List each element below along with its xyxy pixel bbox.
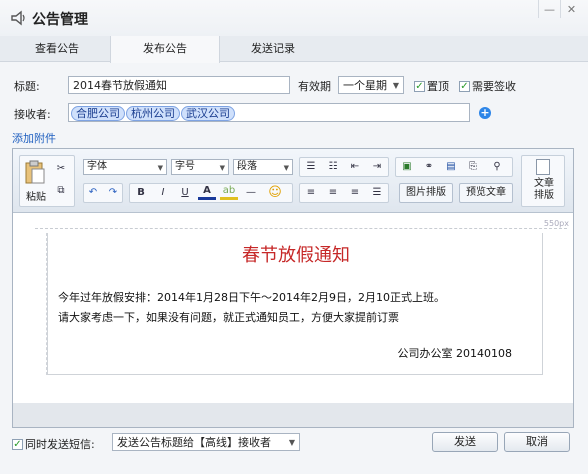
recipient-chip[interactable]: 杭州公司 <box>126 106 180 121</box>
recipient-chip[interactable]: 武汉公司 <box>181 106 235 121</box>
chevron-down-icon: ▼ <box>288 438 295 447</box>
tab-publish-notice[interactable]: 发布公告 <box>110 36 220 63</box>
pin-checkbox[interactable]: ✓ 置顶 <box>414 78 449 94</box>
image-icon[interactable]: ▣ <box>398 158 416 176</box>
article-layout-label-1: 文章 <box>534 178 554 189</box>
table-icon[interactable]: ▤ <box>442 158 460 176</box>
unordered-list-icon[interactable]: ☷ <box>324 158 342 176</box>
ruler-label: 550px <box>543 219 569 228</box>
recipient-chip[interactable]: 合肥公司 <box>71 106 125 121</box>
send-button[interactable]: 发送 <box>432 432 498 452</box>
cut-icon[interactable]: ✂ <box>52 160 70 178</box>
sms-checkbox[interactable]: ✓ 同时发送短信: <box>12 436 95 452</box>
page-break-icon[interactable]: ⎘ <box>464 158 482 176</box>
paste-label[interactable]: 粘贴 <box>26 188 46 203</box>
bold-icon[interactable]: B <box>132 184 150 202</box>
sign-checkbox[interactable]: ✓ 需要签收 <box>459 78 516 94</box>
align-justify-icon[interactable]: ☰ <box>368 184 386 202</box>
title-input[interactable]: 2014春节放假通知 <box>68 76 290 94</box>
copy-icon[interactable]: ⧉ <box>52 182 70 200</box>
left-margin-guide <box>35 233 47 375</box>
checkmark-icon: ✓ <box>459 80 470 92</box>
validity-value: 一个星期 <box>343 79 387 92</box>
document-heading: 春节放假通知 <box>242 245 350 266</box>
align-left-icon[interactable]: ≡ <box>302 184 320 202</box>
tab-send-records[interactable]: 发送记录 <box>218 36 328 62</box>
paste-icon[interactable] <box>24 159 46 185</box>
list-group: ☰ ☷ ⇤ ⇥ <box>299 157 389 177</box>
rich-text-editor: 粘贴 ✂ ⧉ 字体 ▼ 字号 ▼ 段落 ▼ ☰ ☷ ⇤ ⇥ ▣ ⚭ ▤ ⎘ ⚲ 文章 … <box>12 148 574 428</box>
italic-icon[interactable]: I <box>154 184 172 202</box>
ordered-list-icon[interactable]: ☰ <box>302 158 320 176</box>
document-signature: 公司办公室 20140108 <box>397 347 513 360</box>
close-icon: ✕ <box>566 2 577 16</box>
editor-toolbar: 粘贴 ✂ ⧉ 字体 ▼ 字号 ▼ 段落 ▼ ☰ ☷ ⇤ ⇥ ▣ ⚭ ▤ ⎘ ⚲ 文章 … <box>13 149 573 213</box>
link-icon[interactable]: ⚭ <box>420 158 438 176</box>
align-right-icon[interactable]: ≡ <box>346 184 364 202</box>
paragraph-select[interactable]: 段落 ▼ <box>233 159 293 175</box>
emoji-icon[interactable]: ☺ <box>266 184 284 202</box>
recipients-field[interactable]: 合肥公司 杭州公司 武汉公司 <box>68 103 470 122</box>
document-page[interactable]: 春节放假通知 今年过年放假安排：2014年1月28日下午～2014年2月9日，2… <box>47 233 543 375</box>
underline-icon[interactable]: U <box>176 184 194 202</box>
outdent-icon[interactable]: ⇤ <box>346 158 364 176</box>
document-line-1: 今年过年放假安排：2014年1月28日下午～2014年2月9日，2月10正式上班… <box>58 291 445 304</box>
align-group: ≡ ≡ ≡ ☰ <box>299 183 389 203</box>
font-size-value: 字号 <box>175 161 195 172</box>
tab-view-notices[interactable]: 查看公告 <box>2 36 112 62</box>
title-label: 标题: <box>14 80 40 93</box>
chevron-down-icon: ▼ <box>392 81 399 90</box>
align-center-icon[interactable]: ≡ <box>324 184 342 202</box>
preview-article-button[interactable]: 预览文章 <box>459 183 513 203</box>
indent-icon[interactable]: ⇥ <box>368 158 386 176</box>
editor-status-bar <box>13 403 573 427</box>
sms-option-select[interactable]: 发送公告标题给【高线】接收者 ▼ <box>112 433 300 451</box>
close-button[interactable]: ✕ <box>560 0 582 18</box>
paragraph-value: 段落 <box>237 161 257 172</box>
sign-label: 需要签收 <box>472 80 516 93</box>
article-layout-button[interactable]: 文章 排版 <box>521 155 565 207</box>
validity-select[interactable]: 一个星期 ▼ <box>338 76 404 94</box>
undo-icon[interactable]: ↶ <box>84 184 102 202</box>
chevron-down-icon: ▼ <box>283 164 289 172</box>
font-size-select[interactable]: 字号 ▼ <box>171 159 229 175</box>
chevron-down-icon: ▼ <box>219 164 225 172</box>
tab-bar: 查看公告 发布公告 发送记录 <box>0 36 588 63</box>
horizontal-rule-icon[interactable]: — <box>242 184 260 202</box>
title-bar: 公告管理 — ✕ <box>0 0 588 36</box>
clipboard-group: 粘贴 ✂ ⧉ <box>19 155 75 207</box>
footer: ✓ 同时发送短信: 发送公告标题给【高线】接收者 ▼ 发送 取消 <box>0 428 588 474</box>
editor-canvas[interactable]: 550px 春节放假通知 今年过年放假安排：2014年1月28日下午～2014年… <box>13 213 573 403</box>
validity-label: 有效期 <box>298 80 331 93</box>
font-family-value: 字体 <box>87 161 107 172</box>
add-attachment-link[interactable]: 添加附件 <box>12 130 56 146</box>
checkmark-icon: ✓ <box>414 80 425 92</box>
recipients-label: 接收者: <box>14 108 51 121</box>
sms-option-value: 发送公告标题给【高线】接收者 <box>117 436 271 449</box>
checkmark-icon: ✓ <box>12 438 23 450</box>
document-icon <box>536 159 550 175</box>
minimize-icon: — <box>544 2 555 16</box>
image-layout-button[interactable]: 图片排版 <box>399 183 453 203</box>
announcement-icon <box>11 10 25 26</box>
article-layout-label-2: 排版 <box>534 190 554 201</box>
add-recipient-icon[interactable]: + <box>479 107 491 119</box>
find-icon[interactable]: ⚲ <box>488 158 506 176</box>
window-controls: — ✕ <box>538 0 582 18</box>
sms-label: 同时发送短信: <box>25 438 95 451</box>
redo-icon[interactable]: ↷ <box>104 184 122 202</box>
cancel-button[interactable]: 取消 <box>504 432 570 452</box>
insert-group: ▣ ⚭ ▤ ⎘ ⚲ <box>395 157 513 177</box>
highlight-icon[interactable]: ab <box>220 184 238 200</box>
pin-label: 置顶 <box>427 80 449 93</box>
chevron-down-icon: ▼ <box>157 164 163 172</box>
history-group: ↶ ↷ <box>83 183 123 203</box>
window-title: 公告管理 <box>32 12 88 28</box>
document-line-2: 请大家考虑一下，如果没有问题，就正式通知员工，方便大家提前订票 <box>58 311 399 324</box>
minimize-button[interactable]: — <box>538 0 560 18</box>
font-family-select[interactable]: 字体 ▼ <box>83 159 167 175</box>
format-group: B I U A ab — ☺ <box>129 183 293 203</box>
font-color-icon[interactable]: A <box>198 184 216 200</box>
width-ruler <box>35 221 567 229</box>
